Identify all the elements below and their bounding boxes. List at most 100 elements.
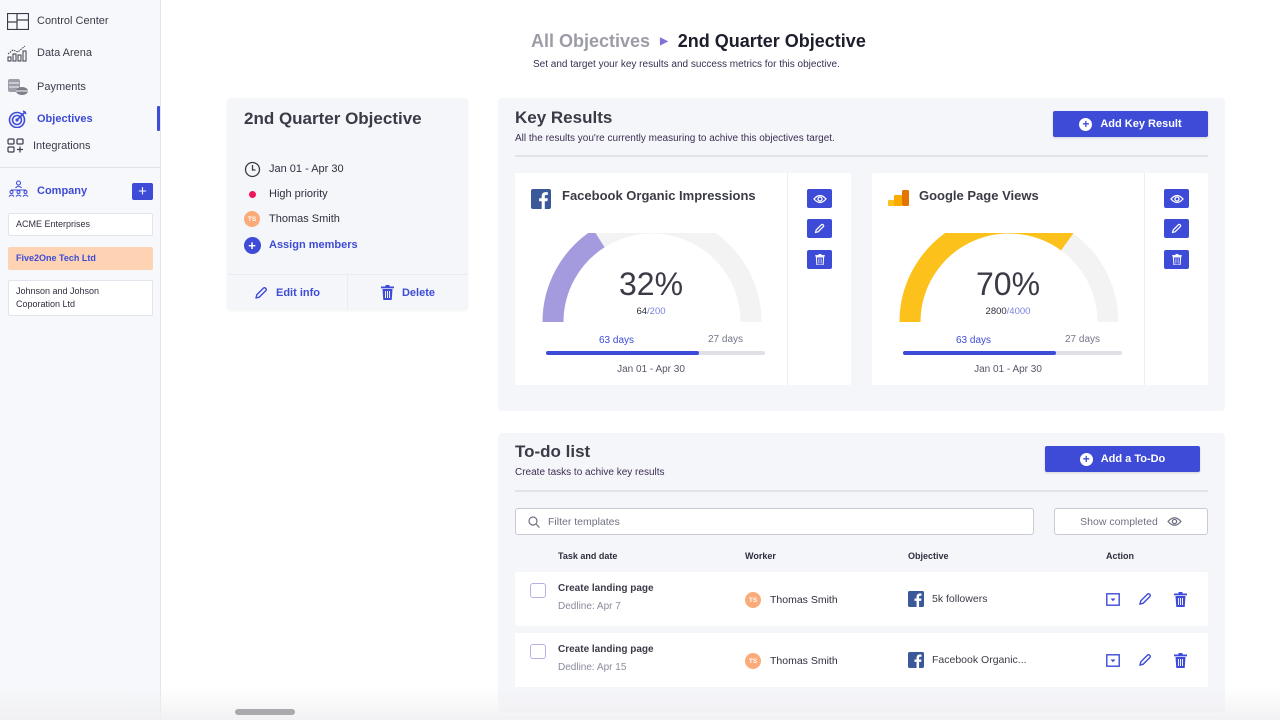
key-results-title: Key Results xyxy=(515,108,613,127)
objective-date-range: Jan 01 - Apr 30 xyxy=(269,163,344,175)
filter-text-field[interactable] xyxy=(548,515,1008,528)
time-progress-fill xyxy=(546,351,700,355)
objective-title: 2nd Quarter Objective xyxy=(244,109,422,128)
key-result-title: Google Page Views xyxy=(919,188,1039,203)
add-key-result-button[interactable]: + Add Key Result xyxy=(1053,111,1208,137)
table-row: Create landing page Dedline: Apr 7 TS Th… xyxy=(515,572,1208,626)
sidebar-item-label: Control Center xyxy=(37,15,109,27)
layout-icon xyxy=(6,11,30,31)
objective-priority-row: High priority xyxy=(243,185,328,203)
days-left: 27 days xyxy=(708,334,744,345)
eye-icon xyxy=(1167,517,1182,526)
objective-date-row: Jan 01 - Apr 30 xyxy=(243,160,344,178)
sidebar-item-control-center[interactable]: Control Center xyxy=(6,9,109,33)
assign-members-button[interactable]: + Assign members xyxy=(243,236,358,254)
pencil-icon xyxy=(255,286,267,299)
sidebar-item-label: Payments xyxy=(37,81,86,93)
time-progress-fill xyxy=(903,351,1057,355)
assign-members-label: Assign members xyxy=(269,239,358,251)
sidebar-item-data-arena[interactable]: Data Arena xyxy=(6,41,92,65)
task-worker: TS Thomas Smith xyxy=(745,592,838,608)
trash-icon xyxy=(380,285,394,300)
delete-task-button[interactable] xyxy=(1172,652,1188,668)
current-value: 2800 xyxy=(985,306,1007,317)
plus-circle-icon: + xyxy=(1079,117,1093,131)
integrations-icon xyxy=(6,136,26,156)
objective-priority: High priority xyxy=(269,188,328,200)
edit-task-button[interactable] xyxy=(1137,591,1153,607)
objective-name: 5k followers xyxy=(932,593,988,605)
coins-icon xyxy=(6,77,30,97)
priority-dot-icon xyxy=(243,185,261,203)
plus-icon: + xyxy=(243,236,261,254)
edit-info-button[interactable]: Edit info xyxy=(227,275,347,310)
delete-button[interactable] xyxy=(807,250,832,269)
task-worker: TS Thomas Smith xyxy=(745,653,838,669)
key-result-actions xyxy=(787,173,850,385)
table-row: Create landing page Dedline: Apr 15 TS T… xyxy=(515,633,1208,687)
delete-button[interactable] xyxy=(1164,250,1189,269)
edit-button[interactable] xyxy=(1164,219,1189,238)
pencil-icon xyxy=(1171,223,1182,234)
key-result-card: Google Page Views 70% 2800/4000 63 days … xyxy=(872,173,1208,385)
add-todo-button[interactable]: + Add a To-Do xyxy=(1045,446,1200,472)
days-elapsed: 63 days xyxy=(956,335,992,346)
progress-ratio: 64/200 xyxy=(515,306,787,317)
company-name: ACME Enterprises xyxy=(16,219,91,229)
horizontal-scrollbar[interactable] xyxy=(235,709,295,715)
task-deadline: Dedline: Apr 7 xyxy=(558,601,621,612)
expand-button[interactable] xyxy=(1105,652,1121,668)
breadcrumb: All Objectives ▶ 2nd Quarter Objective xyxy=(531,31,866,52)
add-key-result-label: Add Key Result xyxy=(1100,118,1182,130)
edit-task-button[interactable] xyxy=(1137,652,1153,668)
sidebar-item-label: Objectives xyxy=(37,113,93,125)
company-item-johnson[interactable]: Johnson and Johson Coporation Ltd xyxy=(8,280,153,316)
avatar: TS xyxy=(244,211,260,227)
filter-templates-input[interactable] xyxy=(515,508,1034,535)
key-result-title: Facebook Organic Impressions xyxy=(562,188,756,203)
objective-card: 2nd Quarter Objective Jan 01 - Apr 30 Hi… xyxy=(227,98,468,310)
column-header-objective: Objective xyxy=(908,551,949,561)
facebook-icon xyxy=(531,189,551,214)
page-title: 2nd Quarter Objective xyxy=(677,31,866,51)
percent-value: 32% xyxy=(618,266,684,302)
add-company-button[interactable]: + xyxy=(132,182,153,200)
key-result-actions xyxy=(1144,173,1207,385)
breadcrumb-separator-icon: ▶ xyxy=(660,36,668,47)
breadcrumb-all-objectives[interactable]: All Objectives xyxy=(531,31,650,52)
sidebar-item-integrations[interactable]: Integrations xyxy=(6,134,90,158)
column-header-worker: Worker xyxy=(745,551,776,561)
sidebar-item-payments[interactable]: Payments xyxy=(6,75,86,99)
divider xyxy=(515,155,1208,157)
task-checkbox[interactable] xyxy=(530,583,546,598)
view-button[interactable] xyxy=(1164,189,1189,208)
time-progress-bar xyxy=(546,351,765,355)
expand-button[interactable] xyxy=(1105,591,1121,607)
task-deadline: Dedline: Apr 15 xyxy=(558,662,627,673)
sidebar: Control Center Data Arena Payments Objec… xyxy=(0,0,161,720)
company-item-acme[interactable]: ACME Enterprises xyxy=(8,213,153,236)
worker-name: Thomas Smith xyxy=(770,655,838,667)
search-icon xyxy=(528,515,540,528)
todo-title: To-do list xyxy=(515,442,591,461)
target-value: /4000 xyxy=(1006,306,1031,317)
view-button[interactable] xyxy=(807,189,832,208)
edit-button[interactable] xyxy=(807,219,832,238)
edit-info-label: Edit info xyxy=(276,286,320,299)
show-completed-button[interactable]: Show completed xyxy=(1054,508,1208,535)
time-progress-bar xyxy=(903,351,1122,355)
sidebar-item-objectives[interactable]: Objectives xyxy=(6,107,93,131)
task-checkbox[interactable] xyxy=(530,644,546,659)
column-header-task: Task and date xyxy=(558,551,618,561)
dropdown-box-icon xyxy=(1106,592,1120,606)
delete-objective-button[interactable]: Delete xyxy=(347,275,468,310)
app: Control Center Data Arena Payments Objec… xyxy=(0,0,1280,720)
delete-label: Delete xyxy=(401,286,436,299)
task-objective: 5k followers xyxy=(908,591,987,607)
objective-name: Facebook Organic... xyxy=(932,654,1027,666)
company-item-five2one[interactable]: Five2One Tech Ltd xyxy=(8,247,153,270)
delete-task-button[interactable] xyxy=(1172,591,1188,607)
current-value: 64 xyxy=(636,306,648,317)
avatar: TS xyxy=(745,653,761,669)
company-name: Five2One Tech Ltd xyxy=(16,253,96,263)
